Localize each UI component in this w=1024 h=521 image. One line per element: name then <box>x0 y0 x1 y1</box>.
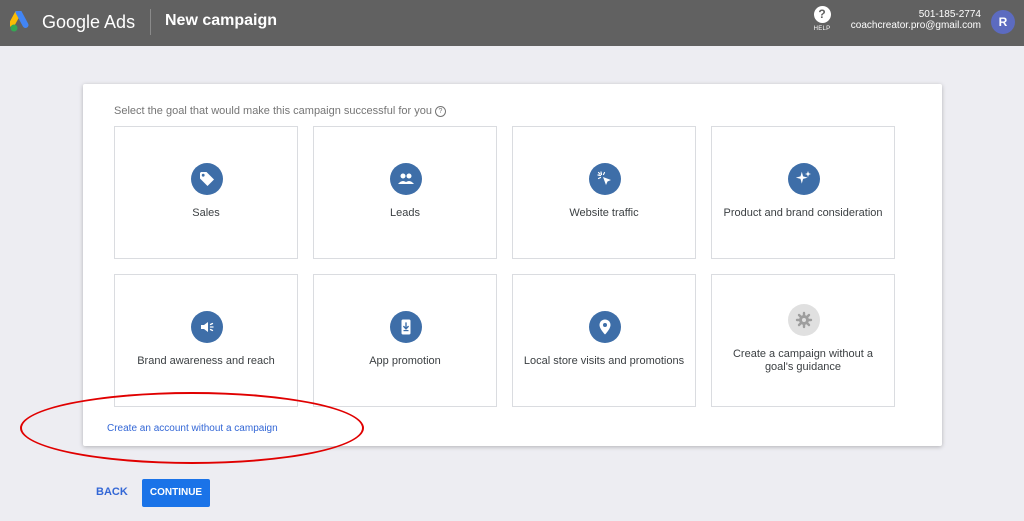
continue-button[interactable]: CONTINUE <box>142 479 210 507</box>
goal-label: Product and brand consideration <box>723 207 883 219</box>
goal-tile-no-guidance[interactable]: Create a campaign without a goal's guida… <box>711 274 895 407</box>
tag-icon <box>191 163 223 195</box>
people-icon <box>390 163 422 195</box>
goal-tile-leads[interactable]: Leads <box>313 126 497 259</box>
megaphone-icon <box>191 311 223 343</box>
goal-selection-card: Select the goal that would make this cam… <box>83 84 942 446</box>
goal-prompt: Select the goal that would make this cam… <box>114 105 446 117</box>
goal-tile-brand-awareness[interactable]: Brand awareness and reach <box>114 274 298 407</box>
goal-label: Website traffic <box>569 207 639 219</box>
location-pin-icon <box>589 311 621 343</box>
google-ads-logo-icon[interactable] <box>10 11 34 33</box>
goal-tile-sales[interactable]: Sales <box>114 126 298 259</box>
goal-tile-local-store-visits[interactable]: Local store visits and promotions <box>512 274 696 407</box>
goal-label: Brand awareness and reach <box>137 355 275 367</box>
back-button[interactable]: BACK <box>96 486 128 498</box>
gear-icon <box>788 304 820 336</box>
header-divider <box>150 9 151 35</box>
goal-label: Leads <box>390 207 420 219</box>
goal-label: Local store visits and promotions <box>523 355 685 367</box>
avatar[interactable]: R <box>991 10 1015 34</box>
page-title: New campaign <box>165 12 278 29</box>
goal-prompt-text: Select the goal that would make this cam… <box>114 105 432 117</box>
help-button[interactable]: ? HELP <box>812 6 832 32</box>
help-icon: ? <box>813 6 831 23</box>
create-account-without-campaign-link[interactable]: Create an account without a campaign <box>107 423 278 434</box>
cursor-click-icon <box>589 163 621 195</box>
goal-tile-website-traffic[interactable]: Website traffic <box>512 126 696 259</box>
account-phone: 501-185-2774 <box>918 9 981 20</box>
phone-download-icon <box>390 311 422 343</box>
goal-label: Sales <box>192 207 220 219</box>
goal-label: App promotion <box>369 355 441 367</box>
account-info[interactable]: 501-185-2774 coachcreator.pro@gmail.com <box>851 9 981 32</box>
help-label: HELP <box>813 26 831 32</box>
sparkle-icon <box>788 163 820 195</box>
goal-tile-app-promotion[interactable]: App promotion <box>313 274 497 407</box>
brand-name[interactable]: Google Ads <box>42 12 135 33</box>
account-email: coachcreator.pro@gmail.com <box>850 20 981 31</box>
goal-tile-product-brand-consideration[interactable]: Product and brand consideration <box>711 126 895 259</box>
question-icon[interactable]: ? <box>434 106 446 117</box>
goal-label: Create a campaign without a goal's guida… <box>732 348 874 373</box>
top-bar: Google Ads New campaign ? HELP 501-185-2… <box>0 0 1024 46</box>
